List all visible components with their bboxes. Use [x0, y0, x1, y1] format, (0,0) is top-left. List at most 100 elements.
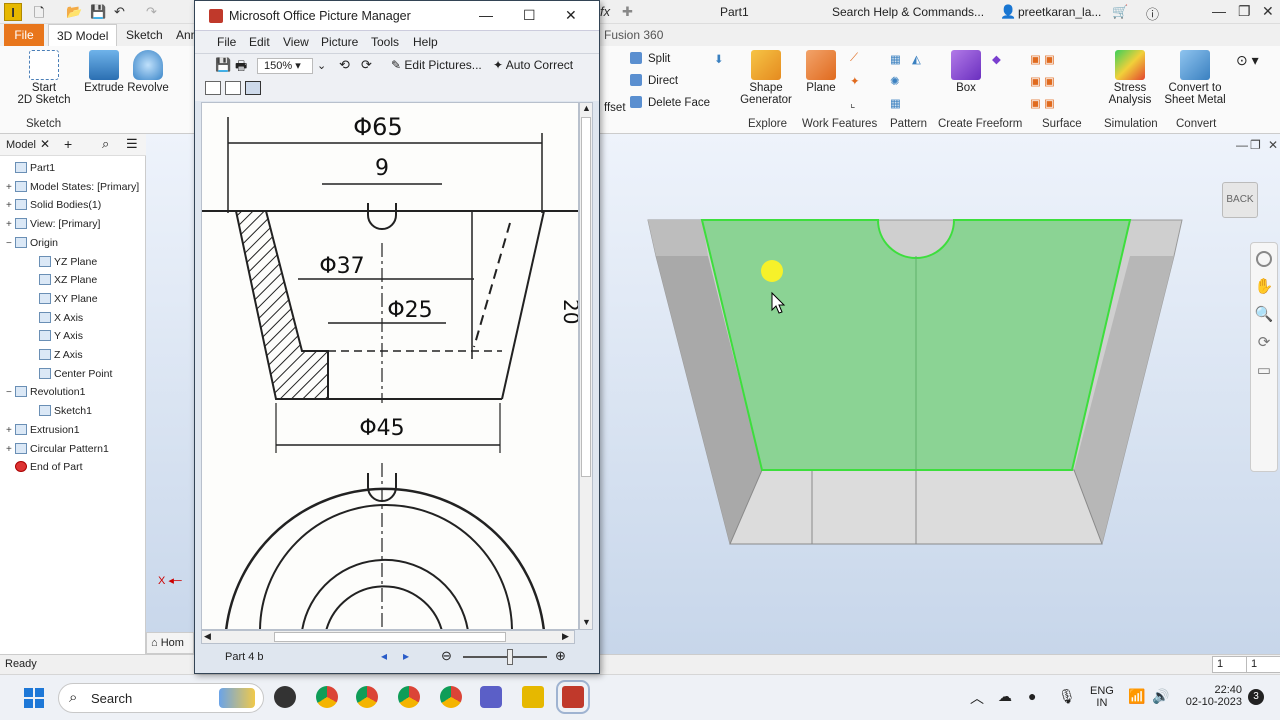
- notification-badge[interactable]: 3: [1248, 689, 1264, 705]
- user-name[interactable]: preetkaran_la...: [1018, 5, 1101, 19]
- home-tab[interactable]: ⌂ Hom: [146, 632, 194, 654]
- surface-stitch-icon[interactable]: ▣ ▣: [1030, 74, 1055, 88]
- expand-toggle-icon[interactable]: +: [6, 425, 15, 436]
- new-file-icon[interactable]: 🗋: [34, 4, 44, 26]
- start-2d-sketch-button[interactable]: Start 2D Sketch: [12, 50, 76, 106]
- undo-icon[interactable]: ↶: [114, 4, 125, 20]
- browser-tree-item[interactable]: YZ Plane: [30, 255, 97, 268]
- pin-icon[interactable]: ⬇: [714, 52, 724, 66]
- extrude-button[interactable]: Extrude: [82, 50, 126, 94]
- tab-fusion-360[interactable]: Fusion 360: [596, 24, 671, 46]
- search-icon[interactable]: ⌕: [102, 136, 109, 152]
- microphone-icon[interactable]: 🎙: [1058, 688, 1076, 705]
- ucs-icon[interactable]: ⌞: [850, 96, 855, 110]
- add-browser-icon[interactable]: +: [64, 136, 72, 152]
- pm-menu-help[interactable]: Help: [413, 35, 438, 49]
- plane-button[interactable]: Plane: [802, 50, 840, 94]
- chrome-profile-3-icon[interactable]: [398, 686, 420, 708]
- sketch-pattern-icon[interactable]: ▦: [890, 96, 901, 110]
- media-app-icon[interactable]: [274, 686, 296, 708]
- browser-tree-item[interactable]: Z Axis: [30, 349, 83, 361]
- onedrive-icon[interactable]: ☁: [998, 688, 1012, 705]
- browser-tree-item[interactable]: End of Part: [6, 461, 83, 473]
- stress-analysis-button[interactable]: Stress Analysis: [1104, 50, 1156, 106]
- pm-single-view-icon[interactable]: [245, 81, 261, 95]
- pm-scroll-down-icon[interactable]: ▼: [582, 617, 591, 627]
- convert-to-sheet-metal-button[interactable]: Convert to Sheet Metal: [1164, 50, 1226, 106]
- look-at-icon[interactable]: ▭: [1251, 361, 1277, 379]
- tab-3d-model[interactable]: 3D Model: [48, 24, 118, 46]
- browser-tree-item[interactable]: XZ Plane: [30, 274, 97, 286]
- browser-tree-item[interactable]: Sketch1: [30, 405, 92, 417]
- browser-tree-item[interactable]: XY Plane: [30, 292, 98, 305]
- pm-scroll-left-icon[interactable]: ◀: [204, 631, 211, 642]
- offset-button[interactable]: ffset: [604, 102, 626, 114]
- chrome-icon[interactable]: [316, 686, 338, 708]
- pm-auto-correct-button[interactable]: ✦ Auto Correct: [493, 58, 573, 72]
- picture-manager-taskbar-icon[interactable]: [556, 680, 590, 714]
- pm-vertical-scrollbar[interactable]: ▲ ▼: [579, 102, 593, 630]
- box-button[interactable]: Box: [946, 50, 986, 94]
- pm-zoom-spin-icon[interactable]: ⌄: [317, 59, 326, 72]
- start-button-icon[interactable]: [24, 688, 44, 708]
- pm-zoom-slider-thumb[interactable]: [507, 649, 513, 665]
- zoom-icon[interactable]: 🔍: [1251, 305, 1277, 323]
- browser-tree-item[interactable]: + Circular Pattern1: [6, 442, 109, 455]
- pm-rotate-right-icon[interactable]: ⟳: [361, 57, 372, 73]
- pm-filmstrip-view-icon[interactable]: [225, 81, 241, 95]
- expand-toggle-icon[interactable]: +: [6, 219, 15, 230]
- language-indicator[interactable]: ENG IN: [1090, 685, 1114, 709]
- mirror-icon[interactable]: ◭: [912, 52, 921, 66]
- point-icon[interactable]: ✦: [850, 74, 860, 88]
- pm-menu-edit[interactable]: Edit: [249, 35, 270, 49]
- browser-tree-item[interactable]: + Solid Bodies(1): [6, 199, 101, 211]
- expand-toggle-icon[interactable]: −: [6, 387, 15, 398]
- direct-button[interactable]: Direct: [630, 74, 678, 87]
- pm-thumbnail-view-icon[interactable]: [205, 81, 221, 95]
- pm-next-icon[interactable]: ▸: [403, 649, 409, 663]
- rectangular-pattern-icon[interactable]: ▦: [890, 52, 901, 66]
- browser-tree-item[interactable]: + View: [Primary]: [6, 218, 100, 230]
- pm-previous-icon[interactable]: ◂: [381, 649, 387, 663]
- open-folder-icon[interactable]: 📂: [66, 4, 82, 20]
- browser-tree-item[interactable]: − Revolution1: [6, 386, 85, 398]
- pm-edit-pictures-button[interactable]: ✎ Edit Pictures...: [391, 58, 482, 72]
- expand-toggle-icon[interactable]: +: [6, 200, 15, 211]
- teams-icon[interactable]: [480, 686, 502, 708]
- pm-image-area[interactable]: Φ65 9 Φ37 Φ25 20 Φ45: [201, 102, 579, 630]
- minimize-icon[interactable]: —: [1212, 3, 1226, 19]
- search-help-field[interactable]: Search Help & Commands...: [832, 5, 984, 19]
- expand-toggle-icon[interactable]: +: [6, 444, 15, 455]
- help-icon[interactable]: ⓘ: [1146, 4, 1159, 23]
- pm-horizontal-scrollbar[interactable]: ◀ ▶: [201, 630, 575, 644]
- surface-patch-icon[interactable]: ▣ ▣: [1030, 96, 1055, 110]
- redo-icon[interactable]: ↷: [146, 4, 157, 20]
- pm-print-icon[interactable]: 🖶: [235, 57, 247, 79]
- pm-menu-picture[interactable]: Picture: [321, 35, 358, 49]
- surface-thicken-icon[interactable]: ▣ ▣: [1030, 52, 1055, 66]
- browser-tree-item[interactable]: Center Point: [30, 367, 112, 380]
- freeform-face-icon[interactable]: ◆: [992, 52, 1001, 66]
- picture-manager-window[interactable]: Microsoft Office Picture Manager — ☐ ✕ F…: [194, 0, 600, 674]
- taskbar-search-box[interactable]: ⌕ Search: [58, 683, 264, 713]
- browser-tree-item[interactable]: + Extrusion1: [6, 423, 80, 436]
- expand-toggle-icon[interactable]: −: [6, 238, 15, 249]
- pm-menu-tools[interactable]: Tools: [371, 35, 399, 49]
- pm-zoom-slider-track[interactable]: [463, 656, 547, 658]
- pm-zoom-in-icon[interactable]: ⊕: [555, 648, 566, 664]
- circular-pattern-icon[interactable]: ✺: [890, 74, 900, 88]
- delete-face-button[interactable]: Delete Face: [630, 96, 710, 109]
- inventor-taskbar-icon[interactable]: [522, 686, 544, 708]
- chrome-profile-2-icon[interactable]: [356, 686, 378, 708]
- revolve-button[interactable]: Revolve: [126, 50, 170, 94]
- pm-menu-view[interactable]: View: [283, 35, 309, 49]
- pm-zoom-select[interactable]: 150% ▾: [257, 58, 313, 74]
- split-button[interactable]: Split: [630, 52, 670, 65]
- pm-vscroll-thumb[interactable]: [581, 117, 591, 477]
- inventor-logo-icon[interactable]: I: [4, 3, 22, 21]
- clock[interactable]: 22:40 02-10-2023: [1182, 684, 1242, 708]
- browser-tree-item[interactable]: Part1: [6, 162, 55, 174]
- show-hidden-icons-icon[interactable]: ︿: [970, 688, 984, 708]
- steering-wheel-icon[interactable]: [1256, 251, 1272, 267]
- pm-close-icon[interactable]: ✕: [565, 7, 577, 24]
